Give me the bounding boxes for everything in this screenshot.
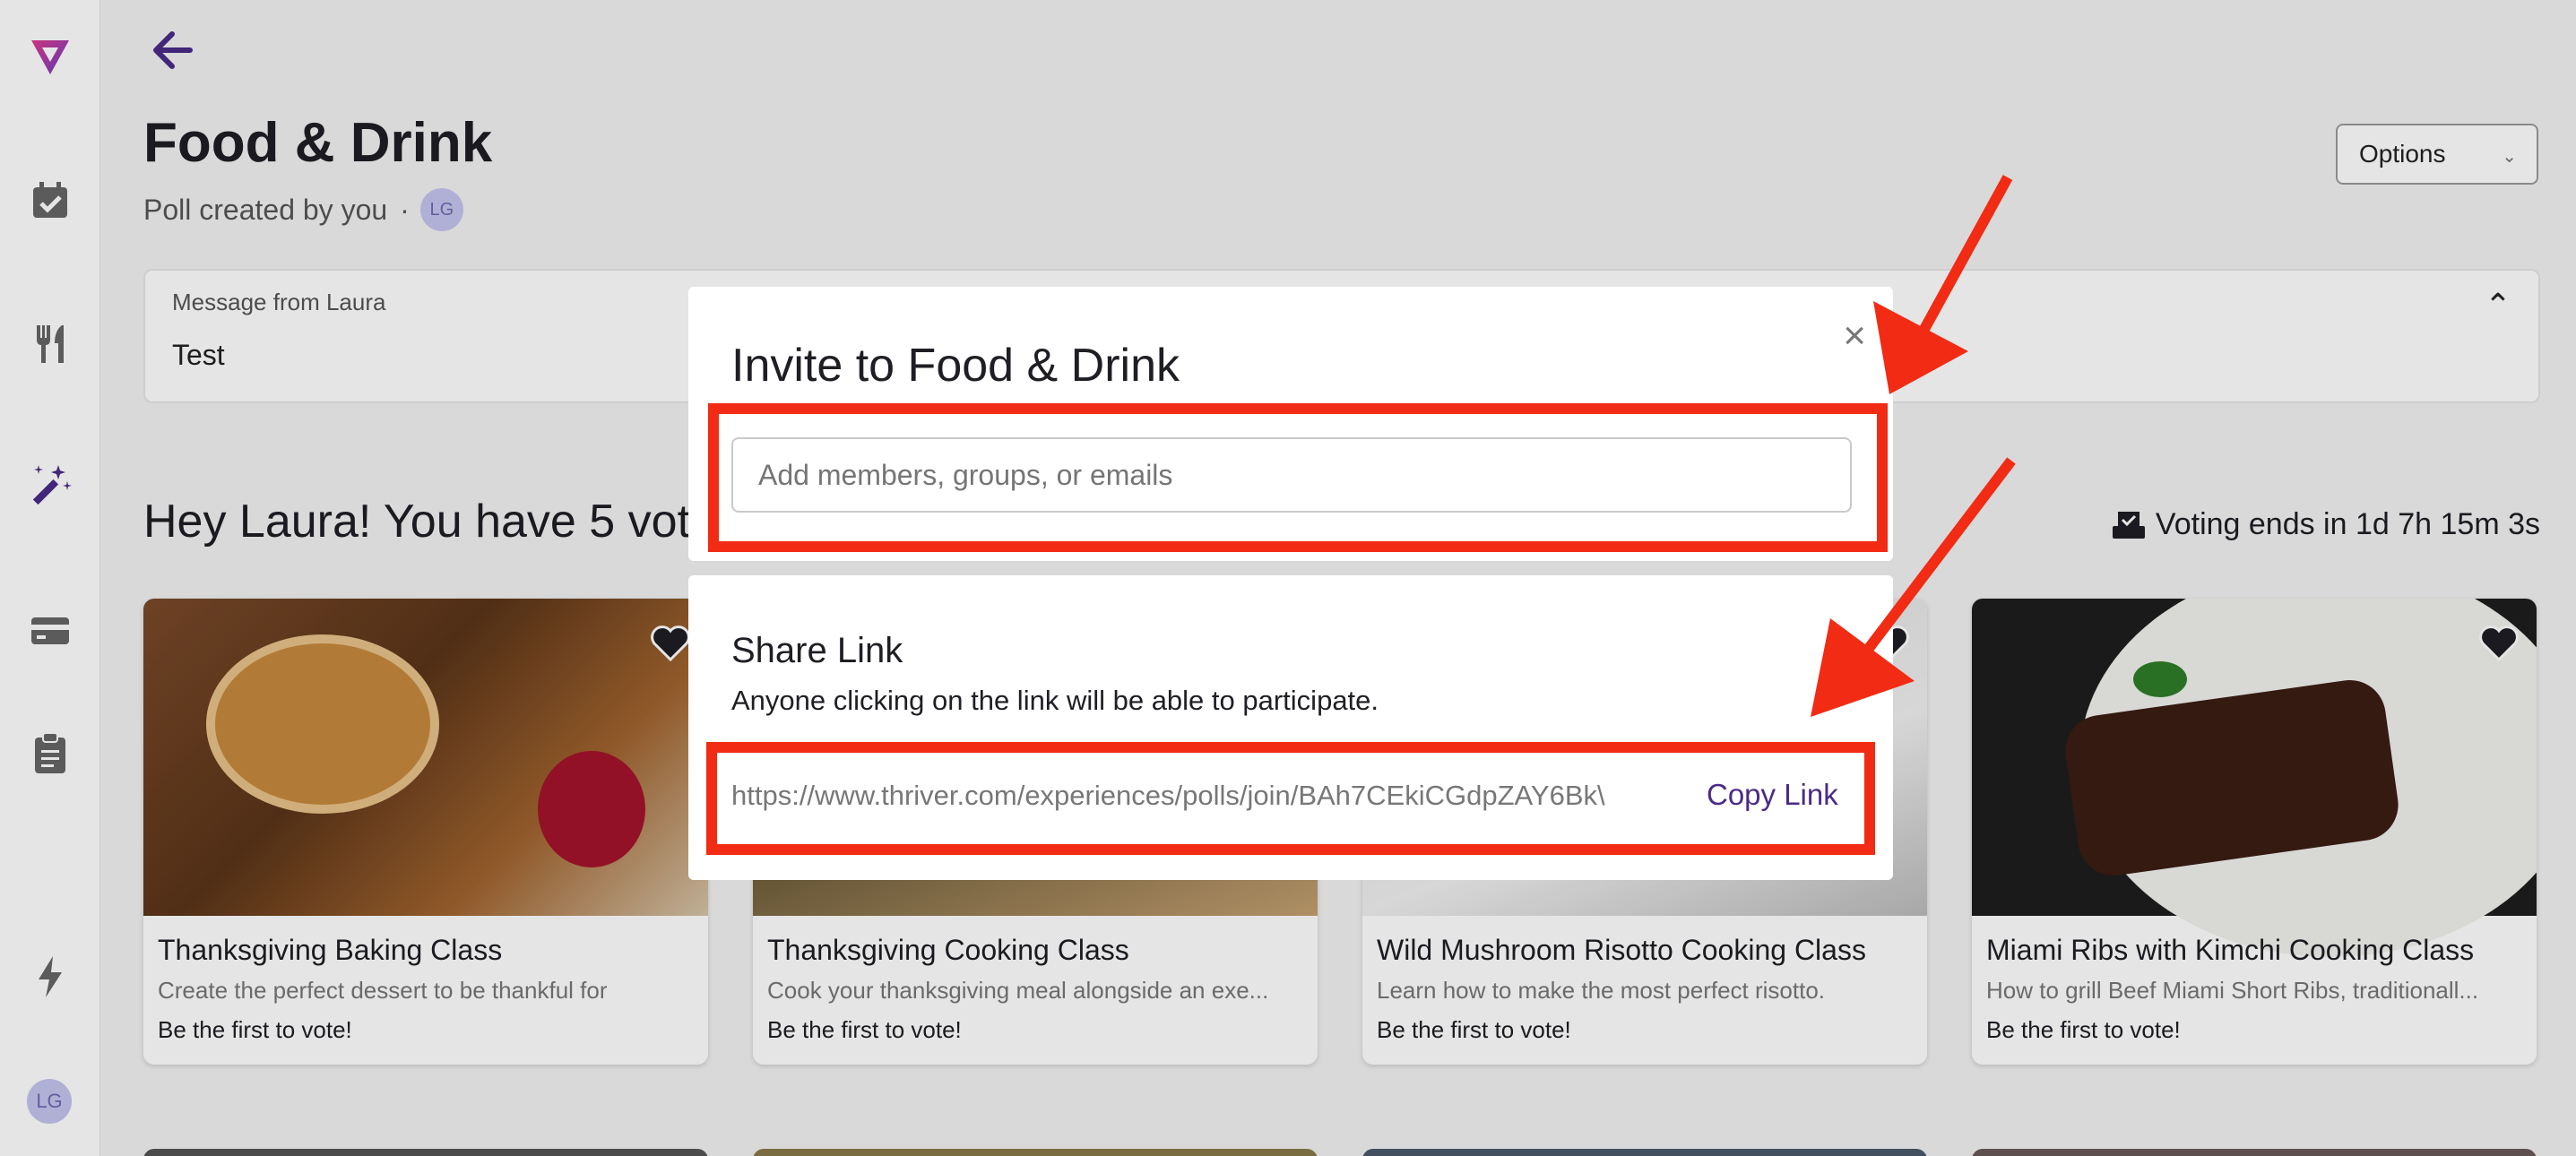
close-icon[interactable]: × bbox=[1843, 314, 1866, 358]
annotation-box bbox=[708, 403, 1888, 552]
annotation-box bbox=[706, 742, 1875, 855]
modal-title: Invite to Food & Drink bbox=[731, 340, 1180, 392]
share-link-description: Anyone clicking on the link will be able… bbox=[731, 685, 1379, 716]
share-link-title: Share Link bbox=[731, 631, 903, 670]
